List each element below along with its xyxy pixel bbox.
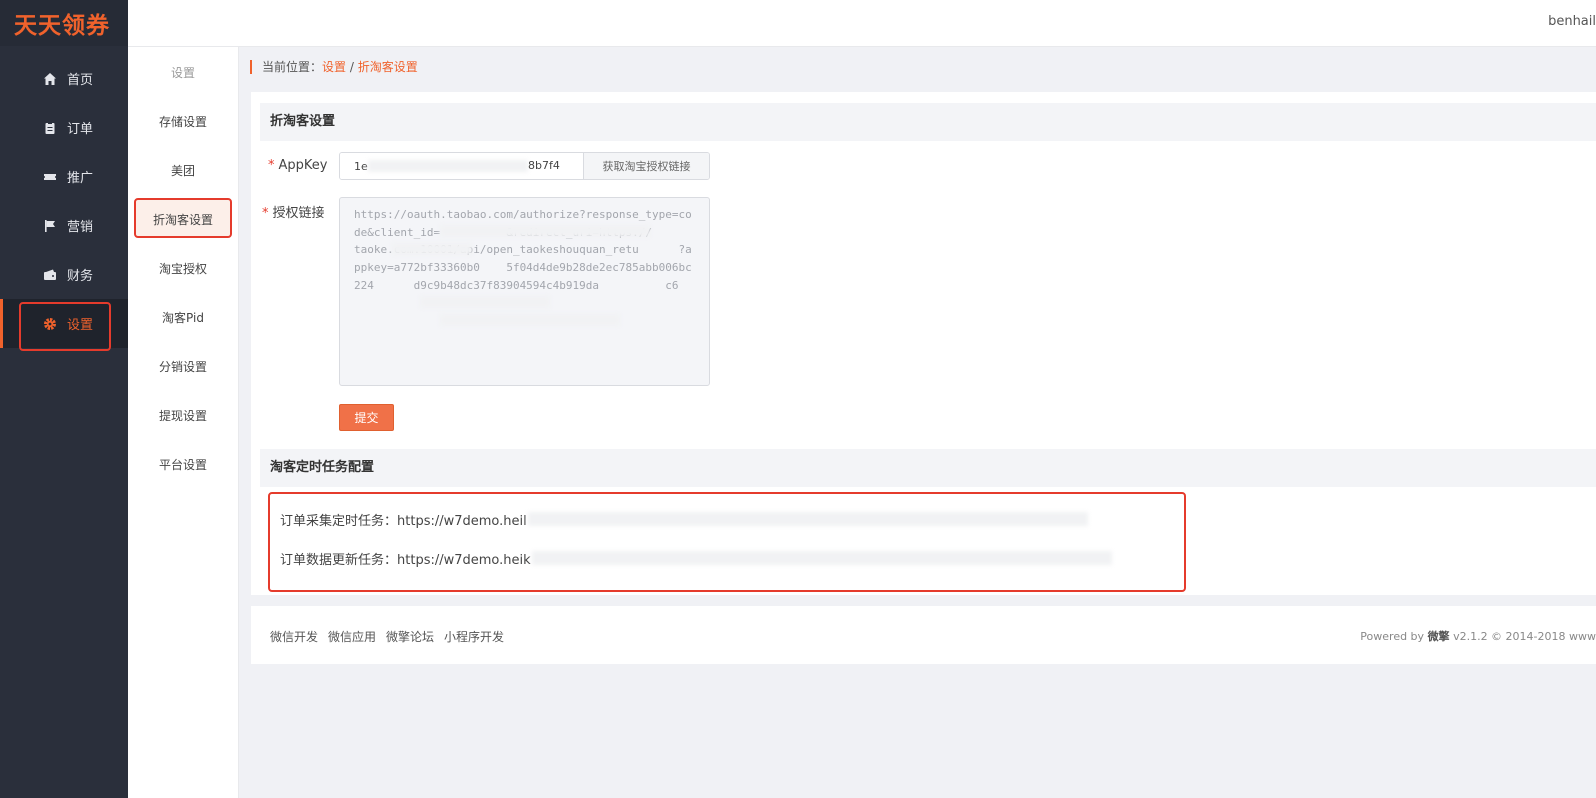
- sidebar-item-label: 营销: [67, 220, 94, 235]
- ticket-icon: [43, 170, 57, 184]
- order-collect-url[interactable]: https://w7demo.heil: [397, 514, 527, 529]
- section-title-zhetaoke: 折淘客设置: [260, 103, 1596, 141]
- footer-link-miniprogram[interactable]: 小程序开发: [444, 628, 504, 645]
- top-header: benhail: [128, 0, 1596, 47]
- main-sidebar: 天天领券 首页 订单 推广 营销 财务 设置: [0, 0, 128, 798]
- order-collect-task: 订单采集定时任务：https://w7demo.heil: [280, 510, 527, 529]
- clipboard-icon: [43, 121, 57, 135]
- highlight-box-tasks: [268, 492, 1186, 592]
- subnav-item-distribution[interactable]: 分销设置: [128, 358, 238, 375]
- sidebar-item-finance[interactable]: 财务: [0, 250, 128, 299]
- redaction-blur: [532, 551, 1112, 565]
- submit-button[interactable]: 提交: [339, 404, 394, 431]
- redaction-blur: [368, 160, 528, 172]
- flag-icon: [43, 219, 57, 233]
- subnav-header: 设置: [170, 66, 195, 80]
- subnav-item-zhetaoke[interactable]: 折淘客设置: [134, 198, 232, 238]
- order-collect-label: 订单采集定时任务：: [280, 514, 398, 529]
- footer: 微信开发 微信应用 微擎论坛 小程序开发 Powered by 微擎 v2.1.…: [251, 606, 1596, 664]
- required-marker: *: [268, 158, 275, 173]
- redaction-blur: [528, 512, 1088, 526]
- user-name[interactable]: benhail: [1548, 14, 1596, 29]
- breadcrumb-separator: /: [346, 60, 358, 74]
- order-update-task: 订单数据更新任务：https://w7demo.heik: [280, 549, 531, 568]
- required-marker: *: [262, 206, 269, 221]
- breadcrumb-prefix: 当前位置：: [262, 60, 323, 74]
- footer-link-wechat-dev[interactable]: 微信开发: [270, 628, 318, 645]
- redaction-blur: [440, 314, 620, 326]
- app-logo[interactable]: 天天领券: [0, 0, 128, 46]
- order-update-label: 订单数据更新任务：: [280, 553, 398, 568]
- redaction-blur: [392, 243, 472, 255]
- subnav-item-meituan[interactable]: 美团: [128, 162, 238, 179]
- footer-link-wechat-apps[interactable]: 微信应用: [328, 628, 376, 645]
- settings-subnav: 设置 存储设置 美团 折淘客设置 淘宝授权 淘客Pid 分销设置 提现设置 平台…: [128, 47, 239, 798]
- section-title-cron-tasks: 淘客定时任务配置: [260, 449, 1596, 487]
- wallet-icon: [43, 268, 57, 282]
- subnav-item-platform[interactable]: 平台设置: [128, 456, 238, 473]
- breadcrumb-link-settings[interactable]: 设置: [322, 60, 346, 74]
- appkey-label: * AppKey: [268, 158, 328, 173]
- footer-link-forum[interactable]: 微擎论坛: [386, 628, 434, 645]
- get-taobao-auth-link-button[interactable]: 获取淘宝授权链接: [583, 153, 709, 179]
- redaction-blur: [440, 225, 650, 237]
- sidebar-item-orders[interactable]: 订单: [0, 103, 128, 152]
- home-icon: [43, 72, 57, 86]
- breadcrumb: 当前位置：设置 / 折淘客设置: [250, 60, 418, 74]
- sidebar-item-label: 首页: [67, 73, 94, 88]
- breadcrumb-current: 折淘客设置: [357, 60, 418, 74]
- sidebar-item-home[interactable]: 首页: [0, 54, 128, 103]
- auth-link-label: * 授权链接: [262, 206, 325, 221]
- sidebar-item-promotion[interactable]: 推广: [0, 152, 128, 201]
- sidebar-item-label: 推广: [67, 171, 94, 186]
- sidebar-item-label: 财务: [67, 269, 94, 284]
- footer-links: 微信开发 微信应用 微擎论坛 小程序开发: [270, 628, 504, 645]
- subnav-item-storage[interactable]: 存储设置: [128, 113, 238, 130]
- highlight-box-settings: [19, 302, 111, 351]
- footer-copyright: Powered by 微擎 v2.1.2 © 2014-2018 www: [1360, 630, 1596, 643]
- order-update-url[interactable]: https://w7demo.heik: [397, 553, 531, 568]
- subnav-item-taoke-pid[interactable]: 淘客Pid: [128, 309, 238, 326]
- subnav-item-withdrawal[interactable]: 提现设置: [128, 407, 238, 424]
- subnav-item-taobao-auth[interactable]: 淘宝授权: [128, 260, 238, 277]
- sidebar-item-marketing[interactable]: 营销: [0, 201, 128, 250]
- redaction-blur: [420, 296, 550, 308]
- sidebar-item-label: 订单: [67, 122, 94, 137]
- footer-brand[interactable]: 微擎: [1428, 630, 1450, 643]
- appkey-value-end: 8b7f4: [528, 159, 560, 172]
